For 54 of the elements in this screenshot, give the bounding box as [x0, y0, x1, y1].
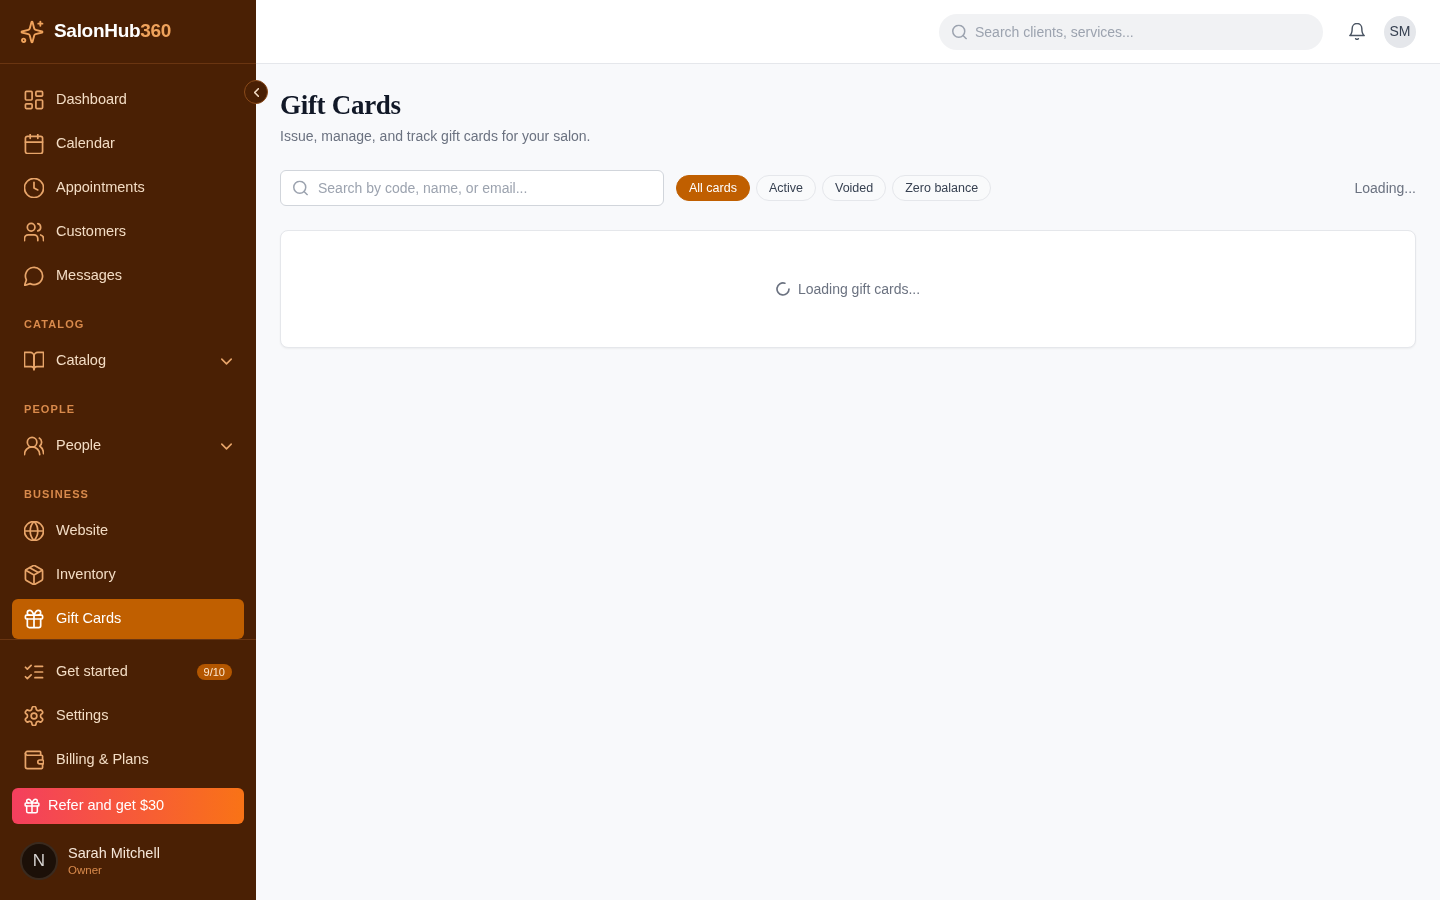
grid-icon — [24, 90, 44, 110]
sidebar-item[interactable]: Inventory — [12, 555, 244, 595]
spinner-icon — [775, 282, 790, 296]
search-icon — [293, 180, 308, 196]
clock-icon — [24, 178, 44, 198]
loading-message: Loading gift cards... — [797, 279, 921, 299]
sidebar-item[interactable]: Catalog — [12, 341, 244, 381]
sidebar-item[interactable]: Appointments — [12, 168, 244, 208]
bell-icon — [1349, 23, 1365, 40]
user-name: Sarah Mitchell — [68, 844, 160, 862]
sidebar-item[interactable]: Dashboard — [12, 80, 244, 120]
sidebar-item[interactable]: Gift Cards — [12, 599, 244, 639]
sidebar-item[interactable]: Calendar — [12, 124, 244, 164]
sparkle-logo-icon — [20, 19, 44, 44]
users-icon — [24, 436, 44, 456]
users-icon — [24, 222, 44, 242]
filter-chip[interactable]: All cards — [676, 175, 750, 201]
wallet-icon — [24, 750, 44, 770]
search-field[interactable]: Search clients, services... — [939, 13, 1323, 50]
checklist-icon — [24, 662, 44, 682]
filter-chip[interactable]: Zero balance — [892, 175, 992, 201]
user-role: Owner — [68, 863, 103, 878]
section-heading: PEOPLE — [23, 402, 77, 417]
sidebar-item[interactable]: Website — [12, 511, 244, 551]
status-text: Loading... — [1354, 178, 1416, 198]
filter-chip[interactable]: Voided — [822, 175, 887, 201]
sidebar-item[interactable]: Billing & Plans — [12, 740, 244, 780]
section-heading: CATALOG — [23, 317, 86, 332]
brand-name: SalonHub360 — [54, 19, 172, 44]
collapse-sidebar-button[interactable] — [244, 80, 268, 104]
speech-bubble-icon — [24, 266, 44, 286]
search-field[interactable]: Search by code, name, or email... — [280, 170, 664, 206]
sidebar-item[interactable]: Customers — [12, 212, 244, 252]
search-icon — [952, 24, 967, 39]
box-icon — [24, 565, 44, 585]
filter-chip[interactable]: Active — [755, 175, 816, 201]
page-title: Gift Cards — [280, 89, 402, 122]
sidebar-item[interactable]: Settings — [12, 696, 244, 736]
notifications-button[interactable] — [1349, 23, 1365, 40]
progress-badge: 9/10 — [196, 664, 232, 680]
calendar-icon — [24, 134, 44, 154]
chevron-left-icon — [253, 87, 259, 97]
book-icon — [24, 351, 44, 371]
sidebar-item[interactable]: People — [12, 426, 244, 466]
sidebar-item[interactable]: Get started 9/10 — [12, 652, 244, 692]
user-avatar[interactable]: SM — [1384, 15, 1416, 48]
gift-icon — [24, 798, 40, 814]
section-heading: BUSINESS — [23, 487, 91, 502]
user-avatar: N — [20, 842, 58, 880]
sidebar-item[interactable]: Messages — [12, 256, 244, 296]
globe-icon — [24, 521, 44, 541]
gift-icon — [24, 609, 44, 629]
page-subtitle: Issue, manage, and track gift cards for your salon. — [280, 127, 592, 146]
settings-icon — [24, 706, 44, 726]
